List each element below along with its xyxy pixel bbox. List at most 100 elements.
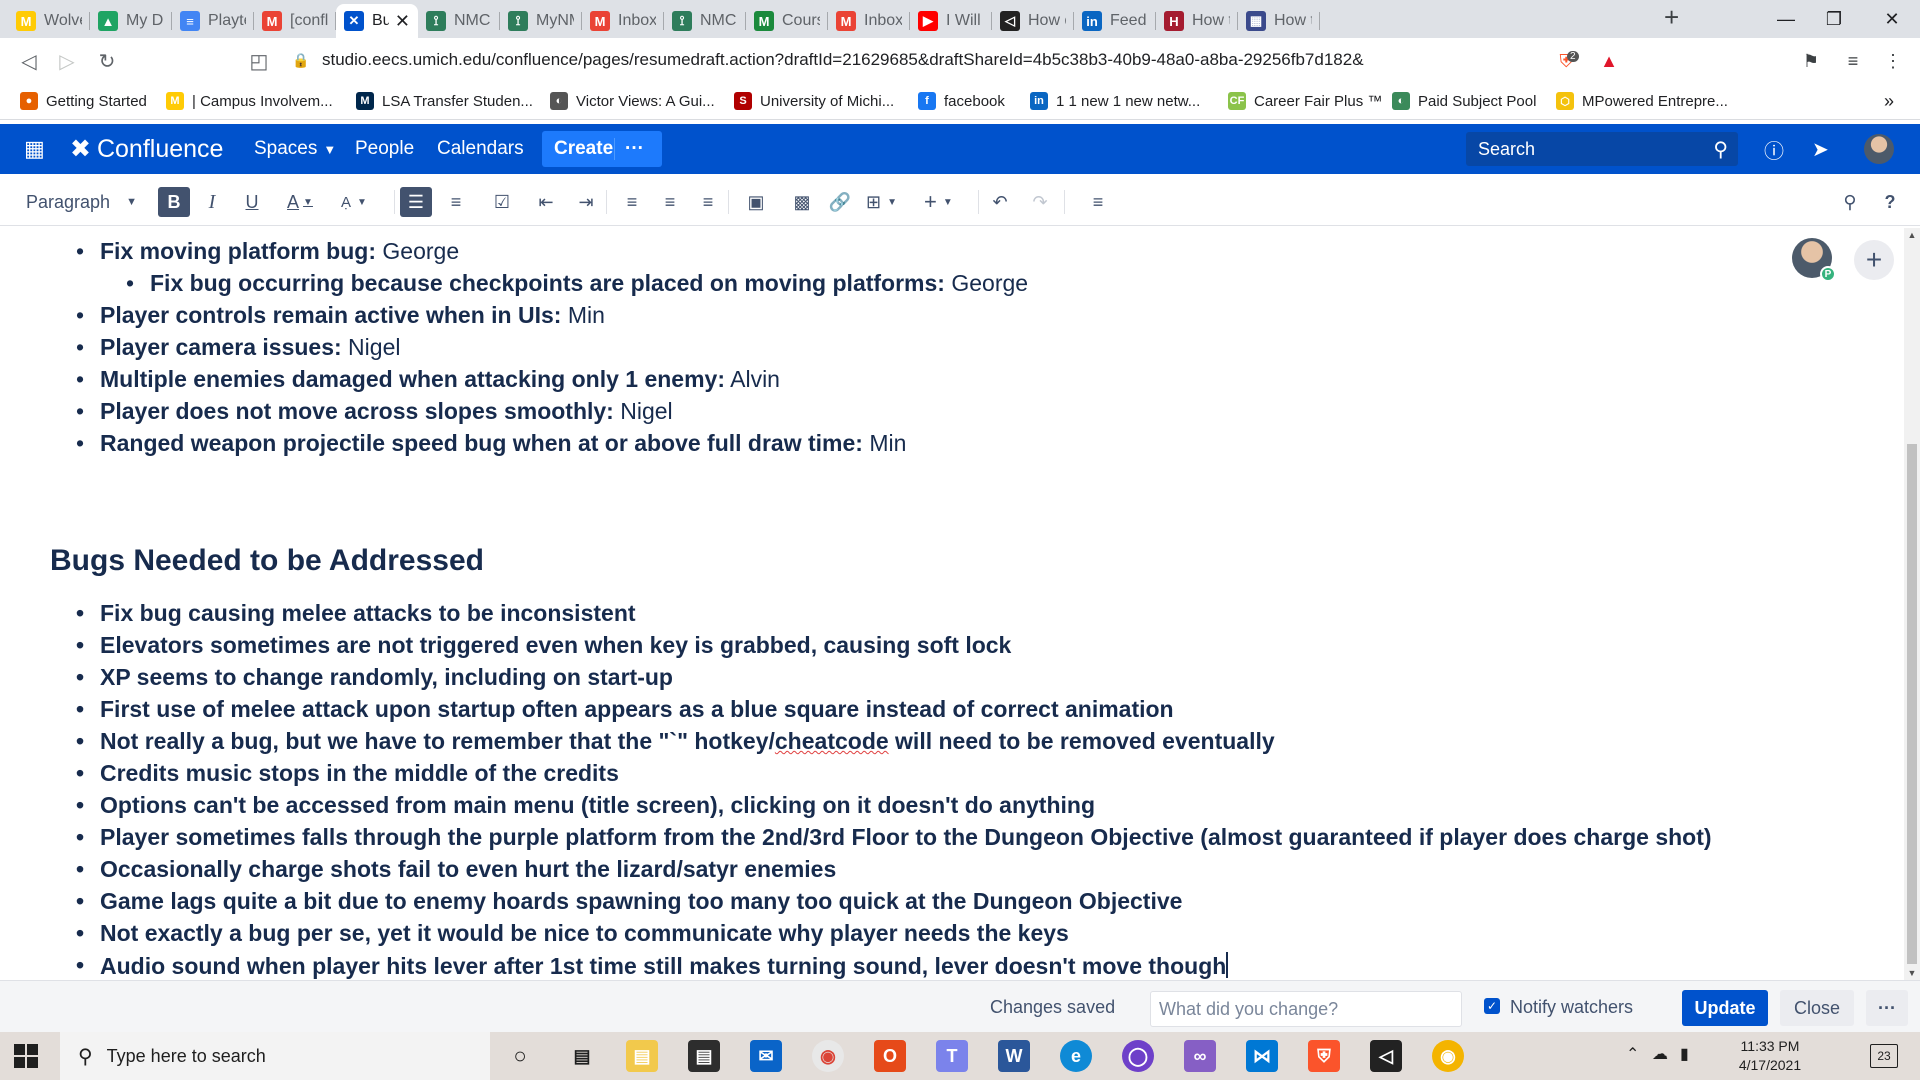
browser-tab[interactable]: ▦ How to r (1238, 4, 1320, 38)
extensions-icon[interactable]: ⚑ (1798, 48, 1824, 74)
more-options-button[interactable]: ··· (1866, 990, 1908, 1026)
brave-rewards-icon[interactable]: ▲ (1596, 48, 1622, 74)
browser-tab[interactable]: ✕ Bug ✕ (336, 4, 418, 38)
update-button[interactable]: Update (1682, 990, 1768, 1026)
scroll-thumb[interactable] (1907, 444, 1917, 964)
bullet-list-icon[interactable]: ☰ (400, 187, 432, 217)
notifications-icon[interactable]: ➤ (1812, 124, 1829, 174)
page-layout-icon[interactable]: ▣ (742, 187, 770, 217)
table-icon[interactable]: ⊞ ▼ (866, 187, 897, 217)
bookmark-item[interactable]: M LSA Transfer Studen... (356, 90, 533, 112)
text-format-button[interactable]: Ạ ▼ (340, 187, 368, 217)
browser-tab[interactable]: M Course: (746, 4, 828, 38)
align-center-icon[interactable]: ≡ (656, 187, 684, 217)
bold-button[interactable]: B (158, 187, 190, 217)
task-view-icon[interactable]: ▤ (566, 1040, 598, 1072)
confluence-logo[interactable]: ✖ Confluence (70, 124, 223, 174)
brave-icon[interactable]: ⛨ (1308, 1040, 1340, 1072)
bookmark-item[interactable]: f facebook (918, 90, 1005, 112)
notify-watchers-checkbox[interactable]: ✓ (1484, 998, 1500, 1014)
image-icon[interactable]: ▩ (788, 187, 816, 217)
bookmarks-overflow-icon[interactable]: » (1884, 90, 1894, 112)
bookmark-item[interactable]: ◐ Victor Views: A Gui... (550, 90, 715, 112)
scroll-down-icon[interactable]: ▼ (1904, 966, 1920, 980)
browser-tab[interactable]: M Inbox (2 (828, 4, 910, 38)
browser-tab[interactable]: ≡ Playtesti (172, 4, 254, 38)
nav-people[interactable]: People (355, 124, 414, 174)
close-tab-icon[interactable]: ✕ (395, 11, 410, 32)
help-icon[interactable]: ⓘ (1764, 124, 1784, 174)
taskbar-search[interactable]: ⚲ Type here to search (60, 1032, 490, 1080)
change-comment-input[interactable] (1150, 991, 1462, 1027)
back-icon[interactable]: ◁ (16, 48, 42, 74)
browser-tab[interactable]: in Feed | Li (1074, 4, 1156, 38)
file-explorer-icon[interactable]: ▤ (626, 1040, 658, 1072)
cortana-icon[interactable]: ○ (504, 1040, 536, 1072)
link-icon[interactable]: 🔗 (826, 187, 854, 217)
underline-button[interactable]: U (238, 187, 266, 217)
create-button[interactable]: Create ··· (542, 131, 662, 167)
bookmark-item[interactable]: in 1 1 new 1 new netw... (1030, 90, 1200, 112)
bookmark-item[interactable]: ● Getting Started (20, 90, 147, 112)
paragraph-style-select[interactable]: Paragraph ▼ (26, 187, 137, 217)
bookmark-item[interactable]: CF Career Fair Plus ™ (1228, 90, 1382, 112)
new-tab-button[interactable]: + (1664, 2, 1679, 33)
user-avatar[interactable] (1864, 134, 1894, 164)
outdent-icon[interactable]: ⇤ (532, 187, 560, 217)
mail-icon[interactable]: ✉ (750, 1040, 782, 1072)
find-replace-icon[interactable]: ⚲ (1836, 187, 1864, 217)
bookmark-item[interactable]: ⬡ MPowered Entrepre... (1556, 90, 1728, 112)
editor-content[interactable]: Bugs Needed to be Addressed Fix moving p… (0, 228, 1904, 980)
align-left-icon[interactable]: ≡ (618, 187, 646, 217)
store-icon[interactable]: ▤ (688, 1040, 720, 1072)
browser-tab[interactable]: ⟟ NMC : N (418, 4, 500, 38)
visual-studio-icon[interactable]: ∞ (1184, 1040, 1216, 1072)
windows-start-icon[interactable] (14, 1044, 38, 1068)
edge-icon[interactable]: e (1060, 1040, 1092, 1072)
close-window-button[interactable]: ✕ (1864, 0, 1920, 38)
page-scrollbar[interactable]: ▲ ▼ (1904, 228, 1920, 980)
browser-tab[interactable]: M [conflue (254, 4, 336, 38)
confluence-search[interactable]: Search ⚲ (1466, 132, 1738, 166)
create-more-button[interactable]: ··· (614, 138, 654, 160)
italic-button[interactable]: I (198, 187, 226, 217)
reload-icon[interactable]: ↻ (94, 48, 120, 74)
browser-tab[interactable]: ◁ How do (992, 4, 1074, 38)
word-icon[interactable]: W (998, 1040, 1030, 1072)
browser-tab[interactable]: H How to (1156, 4, 1238, 38)
browser-tab[interactable]: ⟟ MyNMC (500, 4, 582, 38)
onedrive-icon[interactable]: ☁ (1652, 1044, 1668, 1064)
nav-spaces[interactable]: Spaces ▼ (254, 124, 336, 174)
align-right-icon[interactable]: ≡ (694, 187, 722, 217)
unity-icon[interactable]: ◁ (1370, 1040, 1402, 1072)
bookmark-item[interactable]: M | Campus Involvem... (166, 90, 333, 112)
browser-tab[interactable]: ▶ I Will Be (910, 4, 992, 38)
vscode-icon[interactable]: ⋈ (1246, 1040, 1278, 1072)
browser-tab[interactable]: ▲ My Drive (90, 4, 172, 38)
maximize-button[interactable]: ❐ (1806, 0, 1862, 38)
bookmark-item[interactable]: S University of Michi... (734, 90, 894, 112)
text-color-button[interactable]: A ▼ (286, 187, 314, 217)
scroll-up-icon[interactable]: ▲ (1904, 228, 1920, 242)
task-list-icon[interactable]: ☑ (488, 187, 516, 217)
teams-icon[interactable]: T (936, 1040, 968, 1072)
chrome-icon[interactable]: ◉ (812, 1040, 844, 1072)
undo-icon[interactable]: ↶ (986, 187, 1014, 217)
chrome-canary-icon[interactable]: ◉ (1432, 1040, 1464, 1072)
app-switcher-icon[interactable]: ▦ (24, 124, 45, 174)
numbered-list-icon[interactable]: ≡ (442, 187, 470, 217)
address-bar[interactable]: 🔒 studio.eecs.umich.edu/confluence/pages… (292, 44, 1544, 76)
tray-overflow-icon[interactable]: ⌃ (1626, 1044, 1639, 1064)
misspelled-word[interactable]: cheatcode (775, 728, 889, 754)
notification-center-icon[interactable]: 23 (1870, 1044, 1898, 1068)
battery-icon[interactable]: ▮ (1680, 1044, 1689, 1064)
browser-tab[interactable]: M Wolverin (8, 4, 90, 38)
clock[interactable]: 11:33 PM 4/17/2021 (1720, 1037, 1820, 1075)
indent-icon[interactable]: ⇥ (572, 187, 600, 217)
editor-help-icon[interactable]: ? (1876, 187, 1904, 217)
page-outline-icon[interactable]: ≡ (1084, 187, 1112, 217)
insert-icon[interactable]: + ▼ (924, 187, 953, 217)
media-control-icon[interactable]: ≡ (1840, 48, 1866, 74)
brave-shield-icon[interactable]: ⛨ 2 (1556, 48, 1582, 74)
nav-calendars[interactable]: Calendars (437, 124, 524, 174)
